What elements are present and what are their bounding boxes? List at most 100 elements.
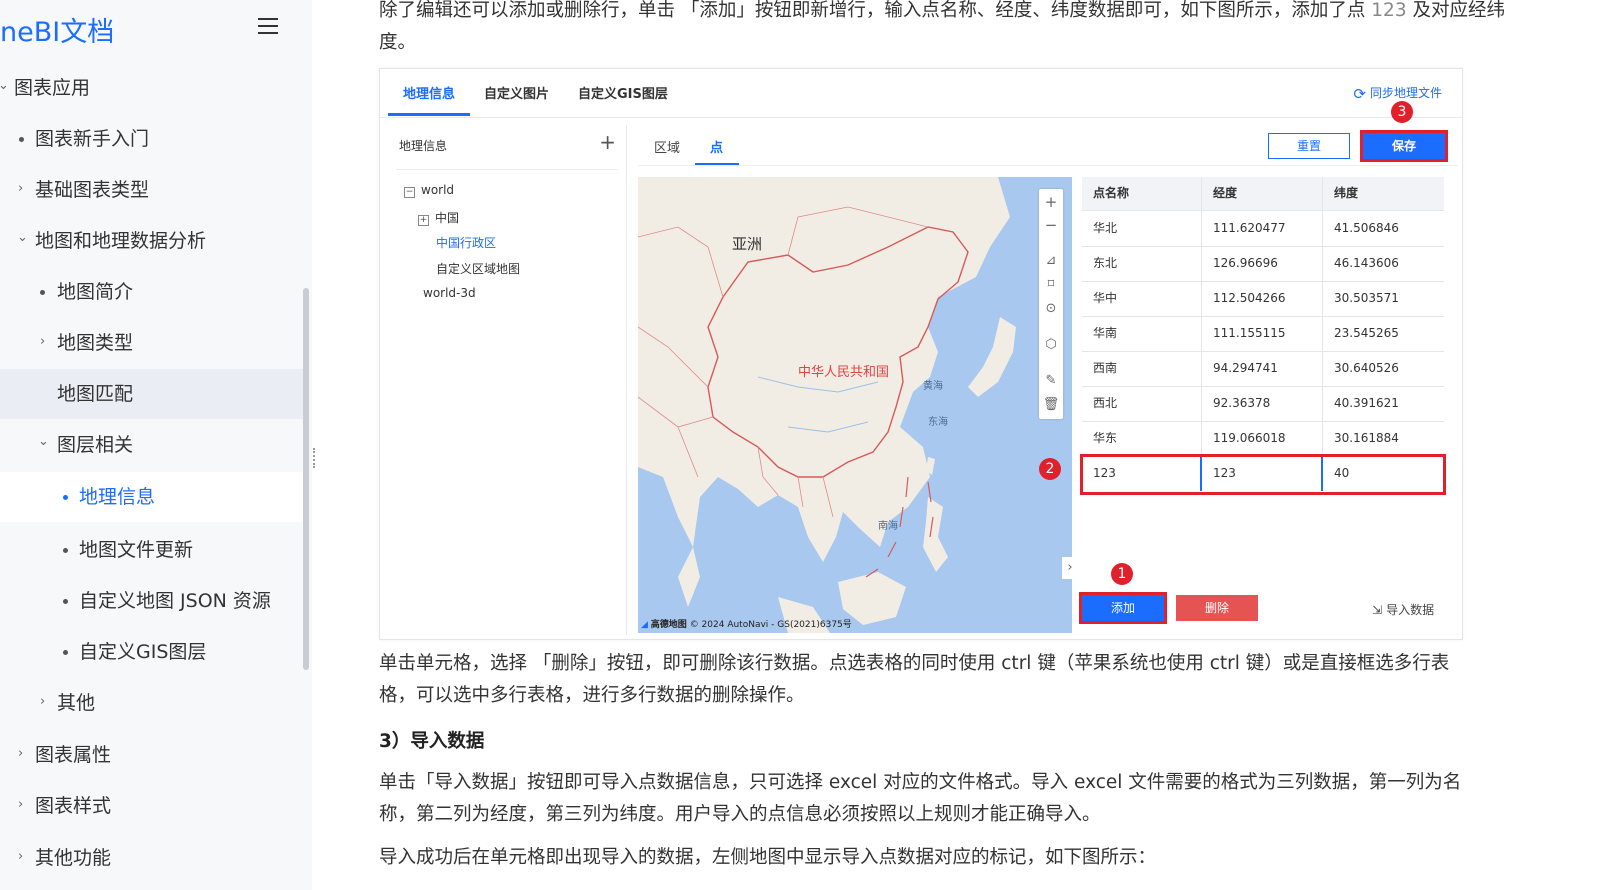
sync-label: 同步地理文件 (1369, 86, 1442, 100)
nav-chart-getting-started[interactable]: 图表新手入门 (0, 114, 304, 164)
nav-geo-info[interactable]: 地理信息 (0, 472, 304, 522)
table-row[interactable]: 华中 112.504266 30.503571 (1082, 281, 1444, 317)
table-cell[interactable]: 西北 (1082, 386, 1202, 421)
column-header: 点名称 (1082, 177, 1202, 210)
sync-geo-file-button[interactable]: ⟳ 同步地理文件 (1353, 84, 1442, 103)
tab-custom-gis-layer[interactable]: 自定义GIS图层 (578, 83, 668, 102)
tree-node-china-admin[interactable]: 中国行政区 (436, 234, 496, 251)
nav-custom-gis-layer[interactable]: 自定义GIS图层 (0, 627, 304, 677)
nav-label: 其他 (57, 692, 96, 714)
map-attribution: ◢ 高德地图 © 2024 AutoNavi - GS(2021)6375号 (641, 617, 852, 630)
tree-node-world[interactable]: − world (404, 183, 454, 198)
map-view[interactable]: 亚洲 中华人民共和国 黄海 东海 南海 (638, 177, 1072, 633)
nav-map-geo-analysis[interactable]: ⌄ 地图和地理数据分析 (0, 216, 304, 266)
table-cell[interactable]: 119.066018 (1202, 421, 1323, 456)
table-cell[interactable]: 东北 (1082, 246, 1202, 281)
tree-node-custom-area[interactable]: 自定义区域地图 (436, 260, 520, 277)
table-cell[interactable]: 126.96696 (1202, 246, 1323, 281)
nav-chart-styles[interactable]: › 图表样式 (0, 781, 304, 831)
nav-chart-application[interactable]: ⌄ 图表应用 (0, 63, 304, 113)
highlight-box-save (1360, 130, 1448, 162)
trash-icon[interactable]: 🗑 (1039, 397, 1063, 412)
add-geo-icon[interactable]: + (599, 130, 616, 154)
nav-basic-chart-types[interactable]: › 基础图表类型 (0, 165, 304, 215)
tree-node-china[interactable]: + 中国 (418, 209, 459, 226)
table-row[interactable]: 东北 126.96696 46.143606 (1082, 246, 1444, 282)
table-cell[interactable]: 23.545265 (1323, 316, 1444, 351)
table-cell[interactable]: 46.143606 (1323, 246, 1444, 281)
sidebar-scrollbar[interactable] (303, 288, 309, 670)
table-cell[interactable]: 30.640526 (1323, 351, 1444, 386)
table-row[interactable]: 华南 111.155115 23.545265 (1082, 316, 1444, 352)
nav-label: 基础图表类型 (35, 179, 150, 201)
draw-rectangle-icon[interactable]: ⌑ (1039, 277, 1063, 292)
menu-toggle-icon[interactable] (258, 18, 278, 34)
nav-other-functions[interactable]: › 其他功能 (0, 833, 304, 883)
tab-point[interactable]: 点 (710, 137, 723, 156)
table-cell[interactable]: 111.155115 (1202, 316, 1323, 351)
table-cell[interactable]: 111.620477 (1202, 211, 1323, 246)
chevron-down-icon: ⌄ (38, 434, 49, 449)
nav-chart-properties[interactable]: › 图表属性 (0, 730, 304, 780)
land-philippines (923, 497, 948, 572)
edit-icon[interactable]: ✎ (1039, 373, 1063, 388)
table-row[interactable]: 华北 111.620477 41.506846 (1082, 211, 1444, 247)
bullet-icon (63, 650, 68, 655)
zoom-in-icon[interactable]: + (1039, 193, 1063, 211)
table-row[interactable]: 西南 94.294741 30.640526 (1082, 351, 1444, 387)
attribution-brand: 高德地图 (650, 620, 687, 630)
collapse-icon: − (404, 187, 415, 198)
draw-polygon-icon[interactable]: ⬡ (1039, 337, 1063, 352)
bullet-icon (63, 548, 68, 553)
nav-label: 图表样式 (35, 795, 112, 817)
table-cell[interactable]: 30.503571 (1323, 281, 1444, 316)
chevron-right-icon[interactable]: › (1062, 557, 1078, 579)
nav-label: 地图匹配 (57, 383, 134, 405)
tab-region[interactable]: 区域 (654, 137, 680, 156)
nav-map-types[interactable]: › 地图类型 (0, 318, 304, 368)
nav-label: 地图简介 (57, 281, 134, 303)
site-logo[interactable]: neBI文档 (0, 10, 114, 49)
nav-label: 图表新手入门 (35, 128, 150, 150)
import-data-button[interactable]: ⇲ 导入数据 (1372, 601, 1434, 618)
nav-custom-map-json[interactable]: 自定义地图 JSON 资源 (0, 576, 304, 626)
nav-map-file-update[interactable]: 地图文件更新 (0, 525, 304, 575)
draw-line-icon[interactable]: ⊿ (1039, 253, 1063, 268)
table-row[interactable]: 华东 119.066018 30.161884 (1082, 421, 1444, 457)
delete-button[interactable]: 删除 (1176, 595, 1258, 621)
tree-label: 中国 (435, 211, 460, 225)
zoom-out-icon[interactable]: − (1039, 216, 1063, 234)
map-toolbar: + − ⊿ ⌑ ⊙ ⬡ ✎ 🗑 (1039, 189, 1063, 419)
nav-other[interactable]: › 其他 (0, 678, 304, 728)
sidebar: neBI文档 ⌄ 图表应用 图表新手入门 › 基础图表类型 ⌄ 地图和地理数据分… (0, 0, 312, 890)
nav-layers[interactable]: ⌄ 图层相关 (0, 420, 304, 470)
tab-custom-image[interactable]: 自定义图片 (484, 83, 549, 102)
table-cell[interactable]: 92.36378 (1202, 386, 1323, 421)
table-cell[interactable]: 华北 (1082, 211, 1202, 246)
chevron-right-icon: › (18, 849, 24, 864)
tree-node-world-3d[interactable]: world-3d (423, 286, 476, 300)
reset-button[interactable]: 重置 (1268, 133, 1350, 159)
import-label: 导入数据 (1386, 603, 1435, 617)
table-cell[interactable]: 40.391621 (1323, 386, 1444, 421)
table-cell[interactable]: 西南 (1082, 351, 1202, 386)
table-row[interactable]: 西北 92.36378 40.391621 (1082, 386, 1444, 422)
table-cell[interactable]: 华东 (1082, 421, 1202, 456)
resize-handle[interactable] (313, 448, 318, 468)
table-cell[interactable]: 华南 (1082, 316, 1202, 351)
paragraph-import-result: 导入成功后在单元格即出现导入的数据，左侧地图中显示导入点数据对应的标记，如下图所… (379, 847, 1157, 868)
chevron-down-icon: ⌄ (0, 78, 9, 93)
geo-info-panel: 地理信息 + − world + 中国 中国行政区 自定义区域地图 world-3d (390, 125, 627, 635)
table-cell[interactable]: 94.294741 (1202, 351, 1323, 386)
nav-map-intro[interactable]: 地图简介 (0, 267, 304, 317)
table-cell[interactable]: 112.504266 (1202, 281, 1323, 316)
table-cell[interactable]: 华中 (1082, 281, 1202, 316)
section-heading-import: 3）导入数据 (379, 731, 485, 752)
draw-circle-icon[interactable]: ⊙ (1039, 301, 1063, 316)
tab-geo-info[interactable]: 地理信息 (403, 83, 455, 102)
table-cell[interactable]: 41.506846 (1323, 211, 1444, 246)
nav-label: 自定义GIS图层 (79, 641, 207, 663)
highlight-box-add (1079, 592, 1167, 624)
table-cell[interactable]: 30.161884 (1323, 421, 1444, 456)
nav-map-matching[interactable]: 地图匹配 (0, 369, 304, 419)
